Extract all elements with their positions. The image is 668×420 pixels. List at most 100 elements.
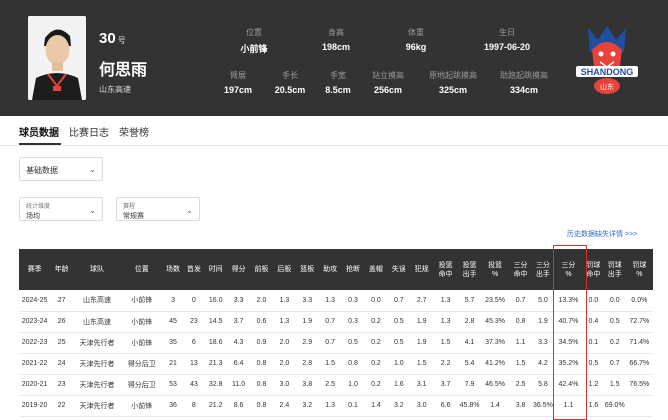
tab-honors[interactable]: 荣誉榜 bbox=[119, 124, 149, 139]
tab-divider bbox=[0, 145, 668, 146]
data-category-select[interactable]: 基础数据 ⌄ bbox=[19, 157, 103, 181]
column-header[interactable]: 球队 bbox=[73, 249, 121, 290]
stat-standing-reach: 站立摸高 256cm bbox=[372, 70, 404, 95]
table-cell: 1.1 bbox=[553, 395, 584, 417]
table-cell: 23.5% bbox=[481, 290, 510, 312]
stat-value: 256cm bbox=[373, 85, 403, 95]
table-cell: 得分后卫 bbox=[120, 353, 163, 375]
column-header[interactable]: 投篮 % bbox=[481, 249, 510, 290]
table-cell: 0.2 bbox=[364, 353, 388, 375]
column-header[interactable]: 后板 bbox=[272, 249, 296, 290]
table-cell: 13 bbox=[183, 353, 205, 375]
column-header[interactable]: 篮板 bbox=[295, 249, 319, 290]
schedule-type-select[interactable]: 赛程 常规赛 ⌄ bbox=[116, 197, 200, 221]
table-row: 2019-20 22 天津先行者 小前锋 36 8 21.2 8.6 0.8 2.4 3.2 1.3 0… bbox=[19, 395, 653, 417]
table-row: 2022-23 25 天津先行者 小前锋 35 6 18.6 4.3 0.9 2.0 2.9 0.7 0… bbox=[19, 332, 653, 354]
column-header[interactable]: 年龄 bbox=[50, 249, 74, 290]
table-cell: 1.5 bbox=[433, 332, 459, 354]
stat-wingspan: 臂展 197cm bbox=[224, 70, 252, 95]
table-cell: 1.6 bbox=[583, 395, 604, 417]
table-cell: 18.6 bbox=[204, 332, 228, 354]
logo-subtext: 山东 bbox=[600, 82, 614, 91]
column-header[interactable]: 投篮 出手 bbox=[458, 249, 482, 290]
stat-label: 手宽 bbox=[330, 71, 346, 80]
table-cell: 小前锋 bbox=[120, 290, 163, 312]
table-cell: 5.8 bbox=[532, 374, 554, 396]
column-header[interactable]: 盖帽 bbox=[364, 249, 388, 290]
tab-player-data[interactable]: 球员数据 bbox=[19, 124, 59, 139]
table-cell: 26 bbox=[50, 311, 74, 333]
table-cell: 1.4 bbox=[481, 395, 510, 417]
column-header[interactable]: 犯规 bbox=[410, 249, 434, 290]
table-cell: 1.5 bbox=[603, 374, 626, 396]
table-cell: 21.3 bbox=[204, 353, 228, 375]
select-value: 场均 bbox=[26, 213, 40, 220]
table-body: 2024-25 27 山东高速 小前锋 3 0 16.0 3.3 2.0 1.3 3.3 1.3 0.3… bbox=[19, 290, 653, 417]
table-cell: 21 bbox=[162, 353, 184, 375]
active-tab-indicator bbox=[19, 143, 61, 145]
table-cell: 1.9 bbox=[295, 311, 319, 333]
column-header[interactable]: 首发 bbox=[183, 249, 205, 290]
column-header[interactable]: 罚球 出手 bbox=[603, 249, 626, 290]
missing-data-link[interactable]: 历史数据缺失详情 >>> bbox=[567, 229, 637, 239]
column-header[interactable]: 抢断 bbox=[341, 249, 365, 290]
stat-birthday: 生日 1997-06-20 bbox=[484, 27, 530, 52]
table-cell bbox=[625, 395, 653, 417]
table-cell: 2.5 bbox=[318, 374, 342, 396]
column-header[interactable]: 位置 bbox=[120, 249, 163, 290]
table-cell: 0.5 bbox=[387, 311, 411, 333]
table-cell: 2.4 bbox=[272, 395, 296, 417]
column-header[interactable]: 投篮 命中 bbox=[433, 249, 459, 290]
column-header[interactable]: 罚球 命中 bbox=[583, 249, 604, 290]
table-cell: 3.7 bbox=[227, 311, 251, 333]
select-label: 赛程 bbox=[123, 204, 136, 210]
tab-game-log[interactable]: 比赛日志 bbox=[69, 124, 109, 139]
column-header[interactable]: 前板 bbox=[250, 249, 273, 290]
table-cell: 0.5 bbox=[387, 332, 411, 354]
stat-weight: 体重 96kg bbox=[406, 27, 427, 52]
select-value: 基础数据 bbox=[26, 166, 58, 175]
table-cell: 2.8 bbox=[458, 311, 482, 333]
table-cell: 2024-25 bbox=[19, 290, 51, 312]
table-cell: 1.3 bbox=[433, 311, 459, 333]
table-cell: 2.8 bbox=[295, 353, 319, 375]
table-cell: 小前锋 bbox=[120, 311, 163, 333]
stat-label: 手长 bbox=[282, 71, 298, 80]
table-cell: 0.4 bbox=[583, 311, 604, 333]
table-cell: 37.3% bbox=[481, 332, 510, 354]
table-cell: 35 bbox=[162, 332, 184, 354]
column-header[interactable]: 失误 bbox=[387, 249, 411, 290]
table-cell: 小前锋 bbox=[120, 395, 163, 417]
column-header[interactable]: 得分 bbox=[227, 249, 251, 290]
column-header[interactable]: 赛季 bbox=[19, 249, 51, 290]
table-cell: 7.9 bbox=[458, 374, 482, 396]
column-header[interactable]: 三分 % bbox=[553, 249, 584, 290]
column-header[interactable]: 时间 bbox=[204, 249, 228, 290]
stat-dimension-select[interactable]: 统计维度 场均 ⌄ bbox=[19, 197, 103, 221]
stat-height: 身高 198cm bbox=[322, 27, 350, 52]
column-header[interactable]: 助攻 bbox=[318, 249, 342, 290]
column-header[interactable]: 三分 命中 bbox=[509, 249, 533, 290]
table-cell: 45 bbox=[162, 311, 184, 333]
stat-value: 1997-06-20 bbox=[483, 42, 531, 52]
stat-label: 体重 bbox=[407, 28, 424, 37]
column-header[interactable]: 三分 出手 bbox=[532, 249, 554, 290]
table-cell: 45.3% bbox=[481, 311, 510, 333]
table-cell: 13.3% bbox=[553, 290, 584, 312]
table-cell: 46.5% bbox=[481, 374, 510, 396]
table-cell: 天津先行者 bbox=[73, 395, 121, 417]
table-cell: 3.3 bbox=[295, 290, 319, 312]
table-cell: 1.0 bbox=[387, 353, 411, 375]
table-cell: 3 bbox=[162, 290, 184, 312]
table-cell: 得分后卫 bbox=[120, 374, 163, 396]
player-header: 30 号 何思雨 山东高速 位置 小前锋 身高 198cm 体重 96kg 生日… bbox=[0, 0, 668, 116]
table-cell: 0.8 bbox=[250, 395, 273, 417]
stat-label: 助跑起跳摸高 bbox=[500, 71, 548, 80]
table-cell: 1.2 bbox=[583, 374, 604, 396]
column-header[interactable]: 场数 bbox=[162, 249, 184, 290]
table-cell: 3.8 bbox=[295, 374, 319, 396]
table-cell: 3.7 bbox=[433, 374, 459, 396]
column-header[interactable]: 罚球 % bbox=[625, 249, 653, 290]
stat-label: 站立摸高 bbox=[372, 71, 404, 80]
table-cell: 1.6 bbox=[387, 374, 411, 396]
